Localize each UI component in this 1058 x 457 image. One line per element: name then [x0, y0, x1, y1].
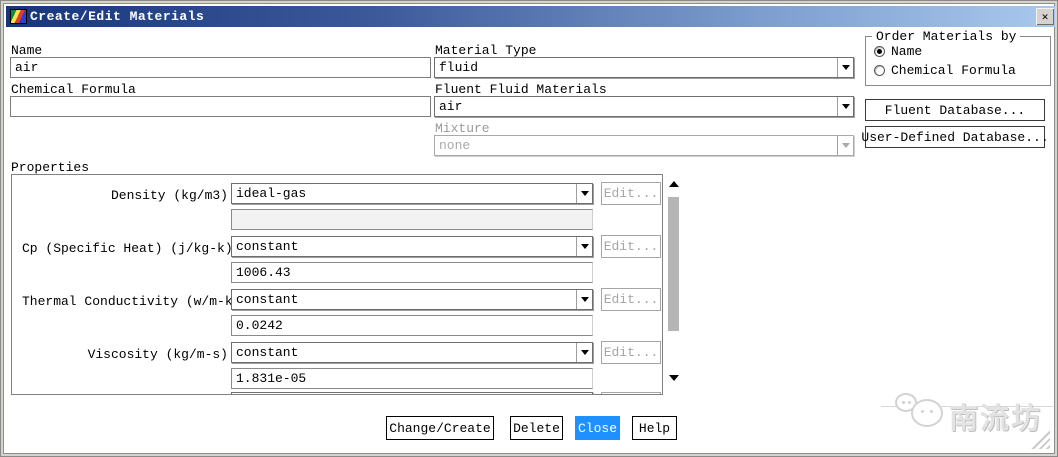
chevron-down-icon[interactable]	[837, 58, 853, 77]
thermal-conductivity-label: Thermal Conductivity (w/m-k)	[22, 294, 241, 309]
viscosity-edit-button: Edit...	[601, 341, 661, 364]
order-materials-by-group: Order Materials by Name Chemical Formula	[865, 29, 1051, 86]
fluent-fluid-materials-dropdown[interactable]: air	[434, 96, 854, 117]
density-value-field	[231, 209, 593, 230]
scroll-up-icon[interactable]	[669, 180, 679, 188]
thermal-conductivity-method-dropdown[interactable]: constant	[231, 289, 593, 310]
cp-value-field[interactable]: 1006.43	[231, 262, 593, 283]
watermark-text: 南流坊	[949, 404, 1043, 437]
create-edit-materials-dialog: Create/Edit Materials ✕ Name Chemical Fo…	[0, 0, 1058, 457]
help-button[interactable]: Help	[632, 416, 677, 440]
user-defined-database-button[interactable]: User-Defined Database...	[861, 126, 1049, 148]
order-by-chemical-formula-label: Chemical Formula	[891, 63, 1016, 78]
scroll-down-icon[interactable]	[669, 374, 679, 382]
fluent-fluid-materials-value: air	[439, 99, 463, 114]
title-bar[interactable]: Create/Edit Materials ✕	[6, 6, 1055, 27]
order-by-chemical-formula-radio[interactable]: Chemical Formula	[874, 63, 1016, 78]
chemical-formula-label: Chemical Formula	[11, 82, 136, 97]
chevron-down-icon[interactable]	[576, 184, 592, 203]
chevron-down-icon[interactable]	[576, 343, 592, 362]
next-property-dropdown-clipped	[231, 392, 593, 394]
order-by-name-label: Name	[891, 44, 923, 59]
dialog-title: Create/Edit Materials	[30, 9, 205, 24]
properties-label: Properties	[11, 160, 90, 175]
radio-icon[interactable]	[874, 46, 885, 57]
chevron-down-icon[interactable]	[576, 237, 592, 256]
name-label: Name	[11, 43, 43, 58]
chevron-down-icon[interactable]	[837, 97, 853, 116]
cp-edit-button: Edit...	[601, 235, 661, 258]
thermal-conductivity-edit-button: Edit...	[601, 288, 661, 311]
scrollbar-thumb[interactable]	[668, 197, 679, 331]
radio-icon[interactable]	[874, 65, 885, 76]
next-property-edit-clipped	[601, 392, 661, 394]
name-input[interactable]	[10, 57, 431, 78]
watermark-logo: 南流坊	[881, 393, 1053, 454]
chat-bubble-icon	[911, 399, 943, 427]
chemical-formula-input[interactable]	[10, 96, 431, 117]
properties-panel: Density (kg/m3) ideal-gas Edit... Cp (Sp…	[11, 174, 663, 395]
viscosity-label: Viscosity (kg/m-s)	[87, 347, 228, 362]
density-edit-button: Edit...	[601, 182, 661, 205]
mixture-dropdown: none	[434, 135, 854, 156]
close-icon[interactable]: ✕	[1036, 8, 1054, 25]
change-create-button[interactable]: Change/Create	[386, 416, 494, 440]
fluent-database-button[interactable]: Fluent Database...	[865, 99, 1045, 121]
cp-method-dropdown[interactable]: constant	[231, 236, 593, 257]
properties-scrollbar[interactable]	[667, 176, 681, 395]
material-type-value: fluid	[439, 60, 479, 75]
viscosity-value-field[interactable]: 1.831e-05	[231, 368, 593, 389]
density-label: Density (kg/m3)	[110, 188, 228, 203]
chevron-down-icon	[837, 136, 853, 155]
mixture-value: none	[439, 138, 471, 153]
fluent-fluid-materials-label: Fluent Fluid Materials	[435, 82, 607, 97]
close-button[interactable]: Close	[575, 416, 620, 440]
material-type-label: Material Type	[435, 43, 537, 58]
viscosity-method-dropdown[interactable]: constant	[231, 342, 593, 363]
delete-button[interactable]: Delete	[510, 416, 563, 440]
chevron-down-icon[interactable]	[576, 290, 592, 309]
cp-label: Cp (Specific Heat) (j/kg-k)	[22, 241, 233, 256]
fluent-app-icon	[10, 9, 27, 24]
material-type-dropdown[interactable]: fluid	[434, 57, 854, 78]
mixture-label: Mixture	[435, 121, 490, 136]
order-by-name-radio[interactable]: Name	[874, 44, 922, 59]
order-materials-by-title: Order Materials by	[872, 29, 1021, 44]
thermal-conductivity-value-field[interactable]: 0.0242	[231, 315, 593, 336]
density-method-dropdown[interactable]: ideal-gas	[231, 183, 593, 204]
